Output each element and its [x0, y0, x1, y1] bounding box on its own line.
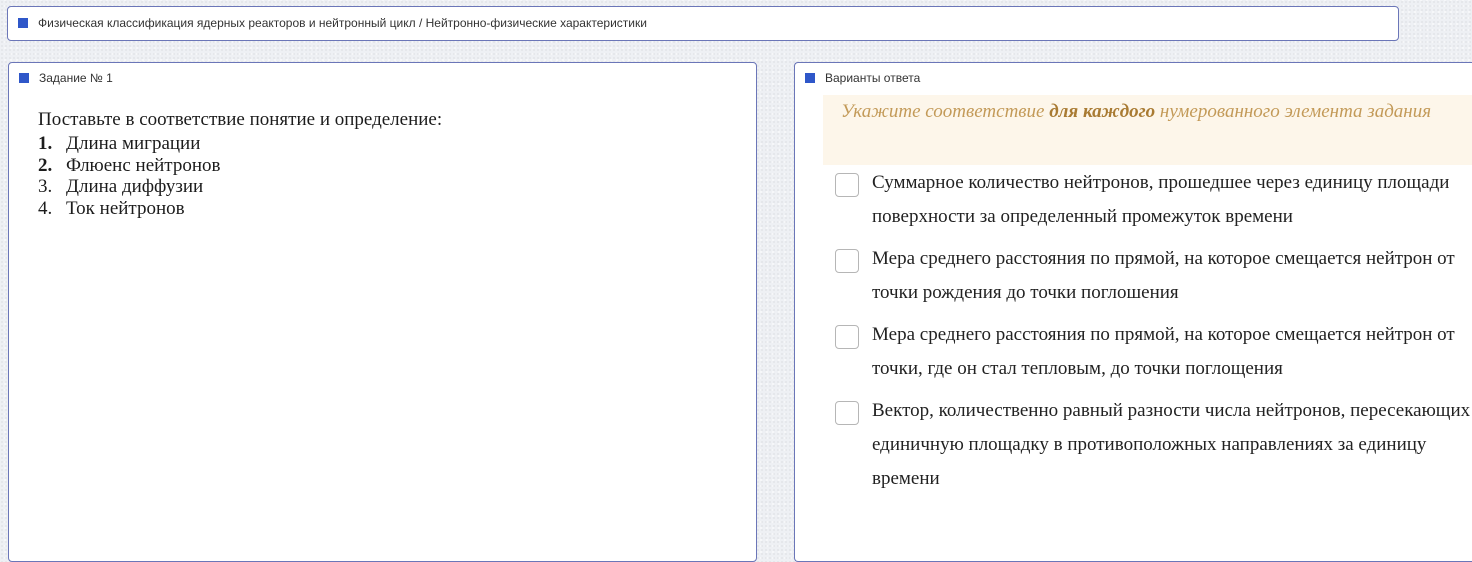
square-icon — [19, 73, 29, 83]
answers-title: Варианты ответа — [825, 71, 921, 85]
instruction-text-post: нумерованного элемента задания — [1155, 101, 1432, 122]
option-text: Мера среднего расстояния по прямой, на к… — [872, 324, 1455, 379]
item-text: Ток нейтронов — [66, 197, 185, 219]
item-text: Флюенс нейтронов — [66, 154, 221, 176]
instruction-box: Укажите соответствие для каждого нумеров… — [823, 95, 1472, 165]
answer-option[interactable]: Суммарное количество нейтронов, прошедше… — [835, 172, 1472, 234]
square-icon — [18, 18, 28, 28]
breadcrumb: Физическая классификация ядерных реактор… — [18, 16, 647, 30]
task-body: Поставьте в соответствие понятие и опред… — [38, 109, 442, 219]
task-panel: Задание № 1 Поставьте в соответствие пон… — [8, 62, 757, 562]
answers-panel: Варианты ответа Укажите соответствие для… — [794, 62, 1472, 562]
option-text: Мера среднего расстояния по прямой, на к… — [872, 248, 1455, 303]
option-text: Суммарное количество нейтронов, прошедше… — [872, 172, 1450, 227]
instruction-text-bold: для каждого — [1049, 101, 1156, 122]
list-item: 4. Ток нейтронов — [38, 198, 442, 220]
list-item: 3. Длина диффузии — [38, 176, 442, 198]
instruction-text-pre: Укажите соответствие — [841, 101, 1050, 122]
breadcrumb-text: Физическая классификация ядерных реактор… — [38, 16, 647, 30]
task-question: Поставьте в соответствие понятие и опред… — [38, 109, 443, 130]
answer-option[interactable]: Мера среднего расстояния по прямой, на к… — [835, 248, 1472, 310]
list-item: 2. Флюенс нейтронов — [38, 155, 442, 177]
item-number: 4. — [38, 197, 53, 219]
square-icon — [805, 73, 815, 83]
option-checkbox[interactable] — [835, 325, 859, 349]
task-items-list: 1. Длина миграции 2. Флюенс нейтронов 3.… — [38, 133, 442, 219]
option-text: Вектор, количественно равный разности чи… — [872, 400, 1471, 489]
task-title: Задание № 1 — [39, 71, 113, 85]
answer-option[interactable]: Мера среднего расстояния по прямой, на к… — [835, 324, 1472, 386]
option-checkbox[interactable] — [835, 173, 859, 197]
item-number: 1. — [38, 133, 53, 154]
option-checkbox[interactable] — [835, 249, 859, 273]
answer-option[interactable]: Вектор, количественно равный разности чи… — [835, 400, 1472, 496]
item-number: 2. — [38, 154, 53, 176]
answers-panel-header: Варианты ответа — [805, 71, 920, 85]
task-panel-header: Задание № 1 — [19, 71, 113, 85]
item-text: Длина миграции — [66, 133, 201, 154]
list-item: 1. Длина миграции — [38, 133, 442, 155]
breadcrumb-panel: Физическая классификация ядерных реактор… — [7, 6, 1399, 41]
answer-options: Суммарное количество нейтронов, прошедше… — [835, 172, 1472, 511]
item-text: Длина диффузии — [66, 176, 204, 197]
option-checkbox[interactable] — [835, 401, 859, 425]
item-number: 3. — [38, 176, 53, 197]
